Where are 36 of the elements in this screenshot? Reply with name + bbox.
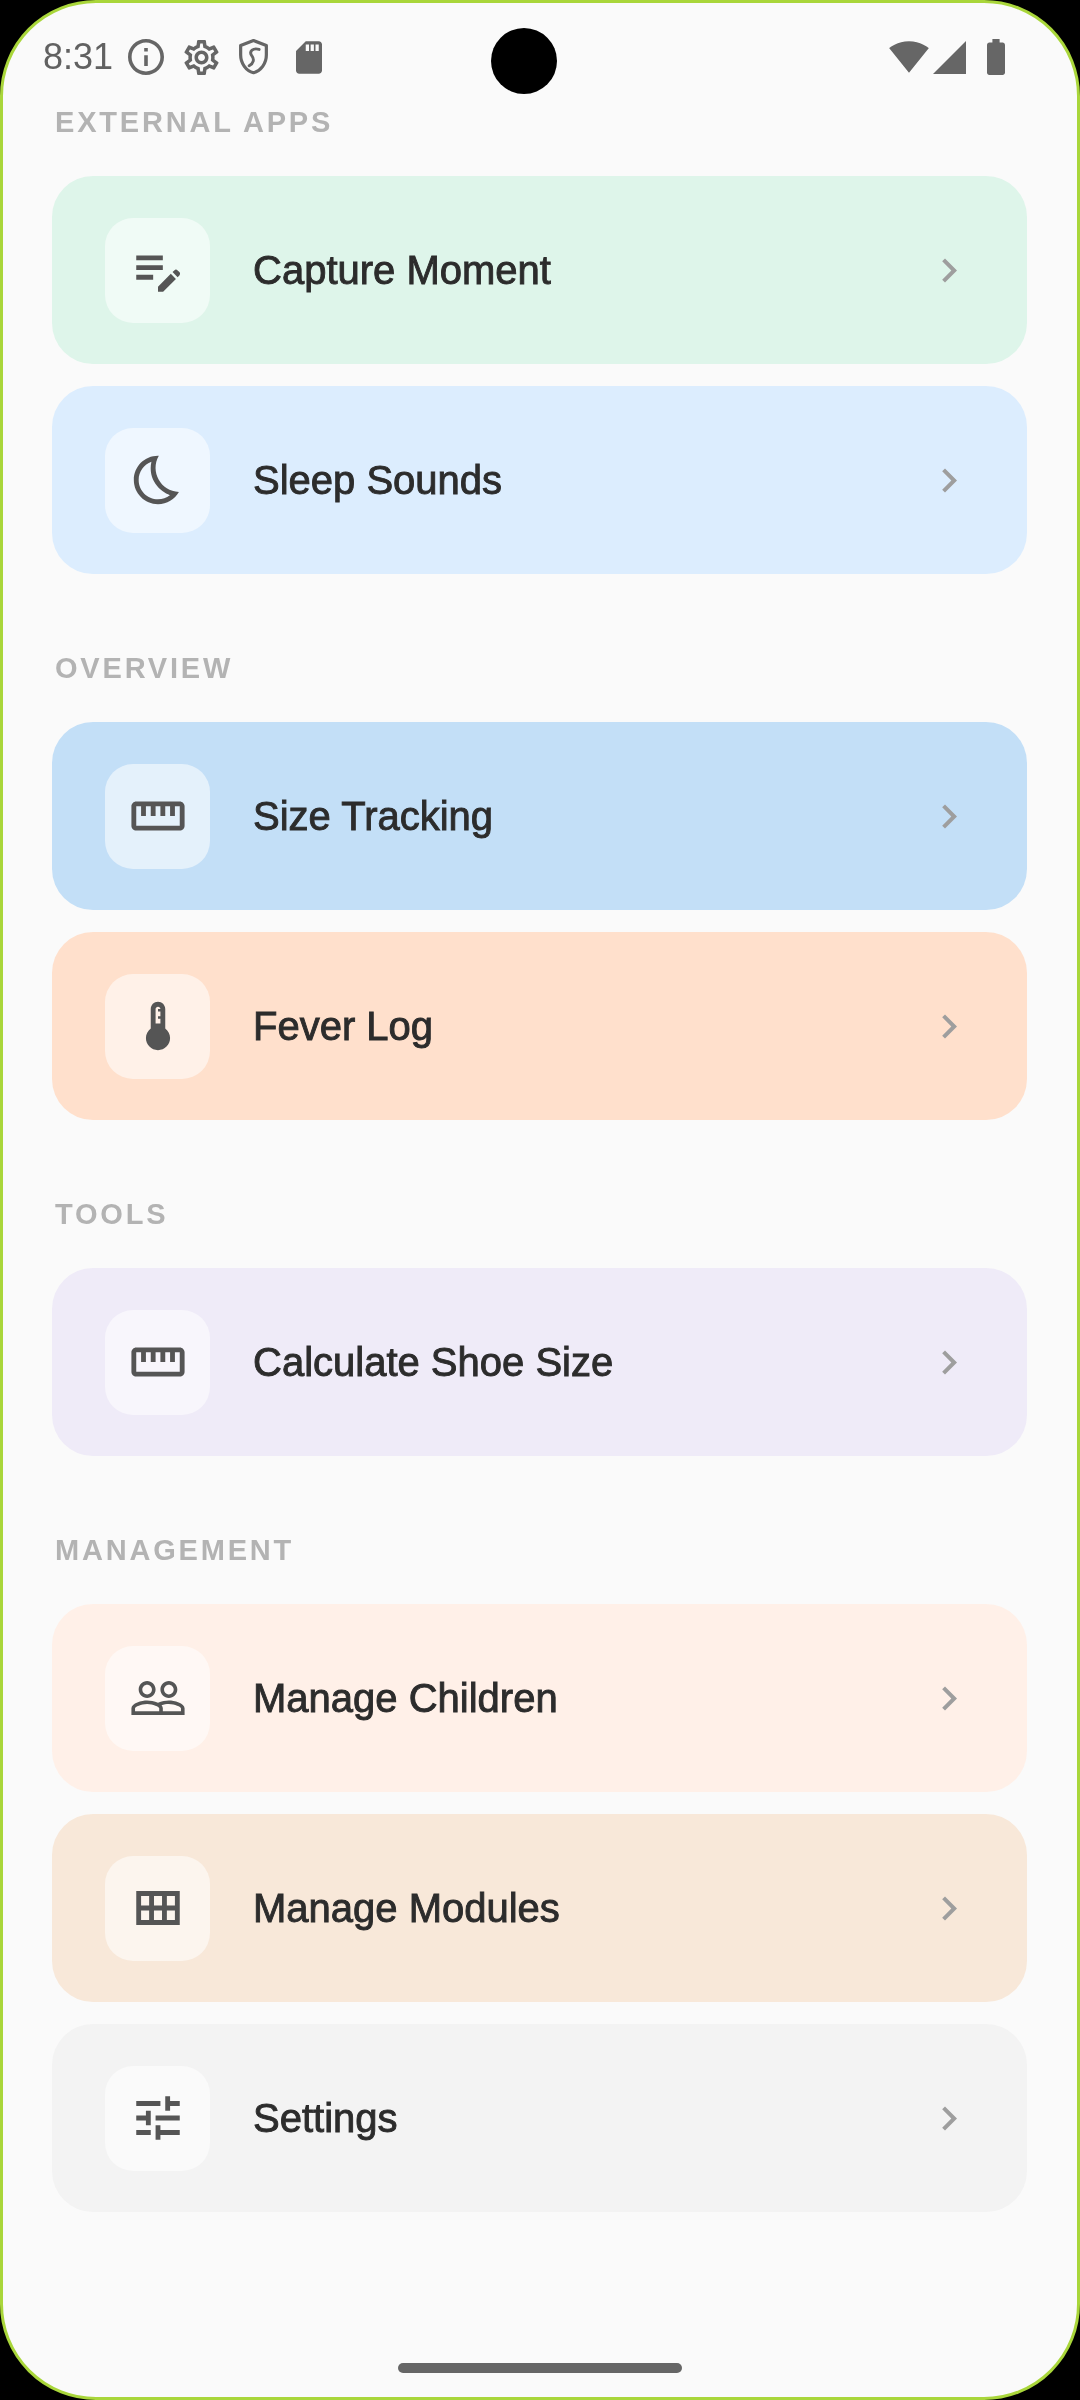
chevron-icon: [942, 2105, 957, 2131]
people-icon: [105, 1645, 210, 1751]
chevron-icon: [942, 1013, 957, 1039]
chevron-icon: [942, 257, 957, 283]
menu-card[interactable]: Calculate Shoe Size: [52, 1268, 1027, 1456]
menu-card[interactable]: Settings: [52, 2024, 1027, 2212]
menu-card[interactable]: Fever Log: [52, 932, 1027, 1120]
thermometer-icon: [105, 973, 210, 1079]
status-time: 8:31: [43, 39, 114, 75]
sd-card-icon: [296, 40, 323, 74]
chevron-icon: [942, 1895, 957, 1921]
section-heading: MANAGEMENT: [55, 1538, 295, 1562]
info-icon: [128, 39, 165, 75]
shield-icon: [239, 39, 269, 75]
menu-card[interactable]: Sleep Sounds: [52, 386, 1027, 574]
ruler-icon: [105, 1309, 210, 1415]
notes-pencil-icon: [105, 217, 210, 323]
settings-icon: [184, 39, 220, 75]
menu-card[interactable]: Manage Children: [52, 1604, 1027, 1792]
chevron-icon: [942, 1685, 957, 1711]
menu-card[interactable]: Capture Moment: [52, 176, 1027, 364]
chevron-icon: [942, 467, 957, 493]
chevron-icon: [942, 803, 957, 829]
chevron-icon: [942, 1349, 957, 1375]
battery-icon: [987, 39, 1005, 75]
ruler-icon: [105, 763, 210, 869]
section-heading: OVERVIEW: [55, 656, 234, 680]
moon-icon: [105, 427, 210, 533]
cell-signal-icon: [933, 40, 966, 74]
wifi-icon: [889, 41, 929, 73]
grid-icon: [105, 1855, 210, 1961]
section-heading: TOOLS: [55, 1202, 169, 1226]
section-heading: EXTERNAL APPS: [55, 110, 334, 134]
menu-card[interactable]: Manage Modules: [52, 1814, 1027, 2002]
sliders-icon: [105, 2065, 210, 2171]
menu-card[interactable]: Size Tracking: [52, 722, 1027, 910]
